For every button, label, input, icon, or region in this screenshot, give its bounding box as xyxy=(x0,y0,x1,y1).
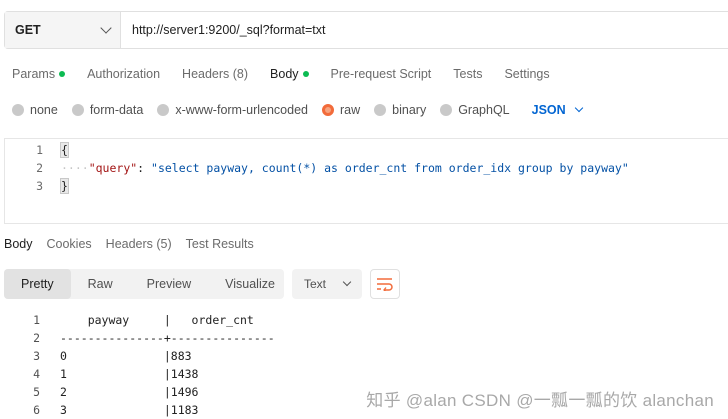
request-bar: GET http://server1:9200/_sql?format=txt xyxy=(4,11,728,49)
request-tabs: Params Authorization Headers (8) Body Pr… xyxy=(12,66,572,82)
request-body-editor[interactable]: 1 { 2 ····"query": "select payway, count… xyxy=(4,138,728,224)
tab-authorization[interactable]: Authorization xyxy=(87,66,160,82)
radio-selected-icon xyxy=(322,104,334,116)
body-type-selector: none form-data x-www-form-urlencoded raw… xyxy=(12,102,583,118)
tab-params[interactable]: Params xyxy=(12,66,66,82)
tab-label: Pre-request Script xyxy=(330,67,432,81)
line-number: 3 xyxy=(36,179,43,193)
tab-body[interactable]: Body xyxy=(270,66,309,82)
response-toolbar: Pretty Raw Preview Visualize Text xyxy=(4,268,400,300)
line-number: 5 xyxy=(33,385,40,399)
json-value: "select payway, count(*) as order_cnt fr… xyxy=(151,161,629,175)
watermark: 知乎 @alan CSDN @一瓢一瓢的饮 alanchan xyxy=(366,391,714,410)
editor-line: 2 ····"query": "select payway, count(*) … xyxy=(5,159,728,177)
indent-guide: ···· xyxy=(61,161,89,175)
wrap-lines-button[interactable] xyxy=(370,269,400,299)
tab-response-body[interactable]: Body xyxy=(4,237,33,251)
editor-line: 3 } xyxy=(5,177,728,195)
output-line: 4 1 |1438 xyxy=(0,365,728,383)
tab-tests[interactable]: Tests xyxy=(453,66,482,82)
tab-settings[interactable]: Settings xyxy=(504,66,549,82)
view-raw-button[interactable]: Raw xyxy=(71,269,130,299)
status-dot-icon xyxy=(302,71,309,77)
line-number: 3 xyxy=(33,349,40,363)
json-key: "query" xyxy=(88,161,138,175)
method-select[interactable]: GET xyxy=(5,12,121,48)
radio-circle-icon xyxy=(71,104,84,116)
url-input[interactable]: http://server1:9200/_sql?format=txt xyxy=(121,12,728,48)
radio-label: form-data xyxy=(89,103,144,117)
tab-cookies[interactable]: Cookies xyxy=(47,237,92,251)
radio-label: GraphQL xyxy=(458,103,510,117)
radio-x-www-form-urlencoded[interactable]: x-www-form-urlencoded xyxy=(157,103,308,117)
tab-headers[interactable]: Headers (8) xyxy=(182,66,248,82)
radio-label: raw xyxy=(340,103,361,117)
format-label: JSON xyxy=(531,103,566,117)
view-pretty-button[interactable]: Pretty xyxy=(4,269,71,299)
radio-label: binary xyxy=(392,103,427,117)
response-format-select[interactable]: Text xyxy=(292,269,362,299)
tab-label: Body xyxy=(270,67,299,81)
line-number: 6 xyxy=(33,403,40,417)
tab-label: Params xyxy=(12,67,56,81)
line-number: 2 xyxy=(36,161,43,175)
output-line: 1 payway | order_cnt xyxy=(0,311,728,329)
chevron-down-icon xyxy=(100,22,112,34)
output-text: 0 |883 xyxy=(60,349,192,363)
output-text: 3 |1183 xyxy=(60,403,199,417)
radio-raw[interactable]: raw xyxy=(322,103,360,117)
radio-circle-icon xyxy=(440,104,453,116)
method-label: GET xyxy=(15,23,41,37)
chevron-down-icon xyxy=(342,277,352,287)
tab-label: Tests xyxy=(453,67,483,81)
radio-circle-icon xyxy=(12,104,24,116)
radio-label: none xyxy=(30,103,58,117)
code-text: } xyxy=(60,178,69,194)
chevron-down-icon xyxy=(574,103,583,113)
output-text: 1 |1438 xyxy=(60,367,199,381)
json-colon: : xyxy=(137,161,152,175)
radio-form-data[interactable]: form-data xyxy=(71,103,144,117)
output-line: 3 0 |883 xyxy=(0,347,728,365)
view-visualize-button[interactable]: Visualize xyxy=(208,269,292,299)
body-format-select[interactable]: JSON xyxy=(531,103,583,117)
tab-response-headers[interactable]: Headers (5) xyxy=(106,237,172,251)
radio-graphql[interactable]: GraphQL xyxy=(440,103,510,117)
editor-line: 1 { xyxy=(5,141,728,159)
wrap-lines-icon xyxy=(377,278,393,291)
tab-label: Headers (8) xyxy=(182,67,249,81)
output-text: 2 |1496 xyxy=(60,385,199,399)
radio-none[interactable]: none xyxy=(12,103,58,117)
status-dot-icon xyxy=(59,71,66,77)
radio-circle-icon xyxy=(157,104,170,116)
tab-label: Settings xyxy=(504,67,550,81)
view-mode-segmented: Pretty Raw Preview Visualize xyxy=(4,269,284,299)
tab-test-results[interactable]: Test Results xyxy=(186,237,254,251)
code-text: { xyxy=(60,142,69,158)
output-text: ---------------+--------------- xyxy=(60,331,275,345)
line-number: 1 xyxy=(33,313,40,327)
radio-circle-icon xyxy=(374,104,387,116)
output-text: payway | order_cnt xyxy=(60,313,254,327)
response-tabs: Body Cookies Headers (5) Test Results xyxy=(4,237,268,251)
view-preview-button[interactable]: Preview xyxy=(130,269,208,299)
format-label: Text xyxy=(304,277,327,291)
line-number: 2 xyxy=(33,331,40,345)
code-text: ····"query": "select payway, count(*) as… xyxy=(61,161,629,175)
radio-binary[interactable]: binary xyxy=(374,103,426,117)
tab-pre-request-script[interactable]: Pre-request Script xyxy=(331,66,432,82)
tab-label: Authorization xyxy=(87,67,161,81)
radio-label: x-www-form-urlencoded xyxy=(175,103,308,117)
line-number: 4 xyxy=(33,367,40,381)
output-line: 2 ---------------+--------------- xyxy=(0,329,728,347)
line-number: 1 xyxy=(36,143,43,157)
